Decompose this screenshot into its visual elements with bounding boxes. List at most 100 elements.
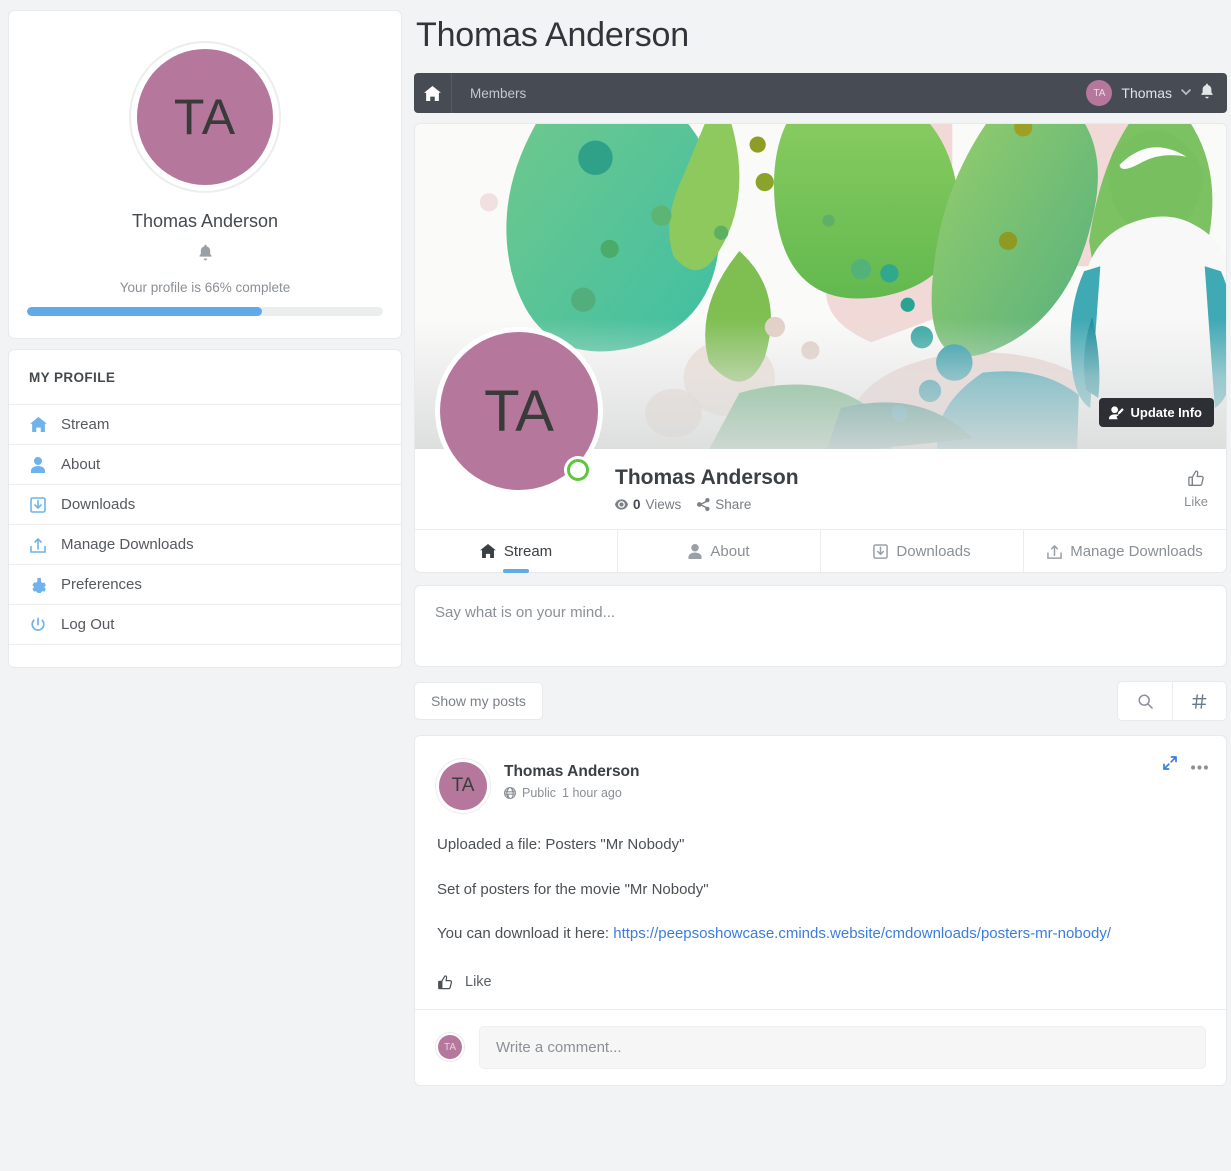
avatar[interactable]: TA <box>435 758 491 814</box>
sidebar-item-label: Downloads <box>61 496 136 513</box>
post-line-3: You can download it here: https://peepso… <box>437 923 1204 946</box>
post-privacy: Public <box>522 786 557 800</box>
sidebar-item-label: Stream <box>61 416 110 433</box>
profile-avatar[interactable]: TA <box>435 327 603 495</box>
download-icon <box>29 496 47 513</box>
tab-about[interactable]: About <box>618 530 821 572</box>
sidebar-item-log-out[interactable]: Log Out <box>9 605 401 645</box>
post-card: TA Thomas Anderson Public 1 hour ago Upl… <box>414 735 1227 1086</box>
post-actions <box>1163 756 1208 775</box>
stream-icon-group <box>1117 681 1227 721</box>
views-count: 0 <box>633 497 641 512</box>
user-icon <box>688 543 702 559</box>
status-badge <box>567 459 589 481</box>
top-navbar: Members TA Thomas <box>414 73 1227 113</box>
tab-downloads[interactable]: Downloads <box>821 530 1024 572</box>
profile-like-label: Like <box>1184 493 1208 509</box>
profile-completion-fill <box>27 307 262 316</box>
profile-like-button[interactable]: Like <box>1184 469 1208 509</box>
post-avatar-initials: TA <box>439 762 487 810</box>
profile-name: Thomas Anderson <box>615 466 799 489</box>
sidebar-item-label: Log Out <box>61 616 115 633</box>
post-like-button[interactable]: Like <box>415 968 1226 1009</box>
search-icon[interactable] <box>1118 682 1172 720</box>
sidebar-item-manage-downloads[interactable]: Manage Downloads <box>9 525 401 565</box>
user-icon <box>29 456 47 473</box>
post-like-label: Like <box>465 974 492 990</box>
navbar-user-area: TA Thomas <box>1086 80 1227 106</box>
views-label: Views <box>645 497 682 512</box>
sidebar-item-about[interactable]: About <box>9 445 401 485</box>
tab-stream[interactable]: Stream <box>415 530 618 572</box>
share-button[interactable]: Share <box>697 497 751 512</box>
stream-filter-row: Show my posts <box>414 681 1227 721</box>
post-composer-placeholder: Say what is on your mind... <box>435 604 616 621</box>
avatar[interactable]: TA <box>1086 80 1113 106</box>
expand-icon[interactable] <box>1163 756 1177 775</box>
download-icon <box>873 543 889 559</box>
breadcrumb[interactable]: Members <box>452 86 526 101</box>
sidebar-item-preferences[interactable]: Preferences <box>9 565 401 605</box>
profile-tabs: Stream About Downloads Manage Downloads <box>414 529 1227 573</box>
comment-row: TA Write a comment... <box>415 1008 1226 1085</box>
post-composer[interactable]: Say what is on your mind... <box>414 585 1227 667</box>
post-header: TA Thomas Anderson Public 1 hour ago <box>415 736 1226 814</box>
sidebar-item-stream[interactable]: Stream <box>9 405 401 445</box>
thumbs-up-icon <box>1184 469 1208 494</box>
hashtag-icon[interactable] <box>1172 682 1226 720</box>
sidebar-item-label: Preferences <box>61 576 142 593</box>
sidebar: TA Thomas Anderson Your profile is 66% c… <box>0 0 410 1171</box>
upload-icon <box>29 537 47 553</box>
sidebar-profile-card: TA Thomas Anderson Your profile is 66% c… <box>8 10 402 339</box>
bell-icon[interactable] <box>27 244 383 264</box>
views-stat: 0 Views <box>615 497 681 512</box>
profile-completion-bar <box>27 307 383 316</box>
post-line-3-prefix: You can download it here: <box>437 925 614 942</box>
sidebar-menu-title: MY PROFILE <box>9 350 401 405</box>
comment-avatar-initials: TA <box>438 1035 462 1059</box>
post-body: Uploaded a file: Posters "Mr Nobody" Set… <box>415 814 1226 946</box>
tab-manage-downloads[interactable]: Manage Downloads <box>1024 530 1226 572</box>
profile-meta: 0 Views Share <box>615 497 799 512</box>
globe-icon <box>504 787 516 799</box>
tab-label: Downloads <box>896 542 971 560</box>
tab-label: About <box>710 542 750 560</box>
sidebar-item-downloads[interactable]: Downloads <box>9 485 401 525</box>
power-icon <box>29 617 47 633</box>
post-submeta: Public 1 hour ago <box>504 786 640 800</box>
avatar[interactable]: TA <box>435 1032 465 1062</box>
home-icon[interactable] <box>414 73 452 113</box>
comment-placeholder: Write a comment... <box>496 1038 622 1056</box>
gear-icon <box>29 577 47 593</box>
post-download-link[interactable]: https://peepsoshowcase.cminds.website/cm… <box>613 925 1111 942</box>
post-time: 1 hour ago <box>562 786 622 800</box>
bell-icon[interactable] <box>1200 83 1214 103</box>
update-info-label: Update Info <box>1130 405 1203 420</box>
sidebar-profile-name: Thomas Anderson <box>131 211 279 231</box>
chevron-down-icon[interactable] <box>1181 88 1191 98</box>
share-icon <box>697 498 710 511</box>
home-icon <box>479 544 496 558</box>
upload-icon <box>1047 544 1063 559</box>
show-my-posts-button[interactable]: Show my posts <box>414 682 543 720</box>
sidebar-item-label: About <box>61 456 101 473</box>
home-icon <box>29 417 47 432</box>
comment-input[interactable]: Write a comment... <box>479 1025 1206 1069</box>
profile-page: TA Thomas Anderson Your profile is 66% c… <box>0 0 1231 1171</box>
update-info-button[interactable]: Update Info <box>1098 398 1214 427</box>
post-author[interactable]: Thomas Anderson <box>504 758 640 781</box>
ellipsis-icon[interactable] <box>1191 757 1208 775</box>
profile-identity: Thomas Anderson 0 Views Share <box>615 466 799 512</box>
sidebar-avatar-initials: TA <box>137 49 273 185</box>
tab-label: Stream <box>503 542 553 560</box>
user-edit-icon <box>1108 405 1124 420</box>
thumbs-up-icon <box>437 974 454 991</box>
sidebar-menu-footer <box>9 645 401 667</box>
post-line-2: Set of posters for the movie "Mr Nobody" <box>437 880 709 898</box>
post-line-1: Uploaded a file: Posters "Mr Nobody" <box>437 836 685 853</box>
profile-header-strip: TA Thomas Anderson 0 Views Share Like <box>414 327 1227 529</box>
page-title: Thomas Anderson <box>416 16 689 54</box>
navbar-username[interactable]: Thomas <box>1121 85 1172 101</box>
sidebar-menu: MY PROFILE Stream About Downloads Manage… <box>8 349 402 668</box>
sidebar-avatar[interactable]: TA <box>129 41 281 193</box>
